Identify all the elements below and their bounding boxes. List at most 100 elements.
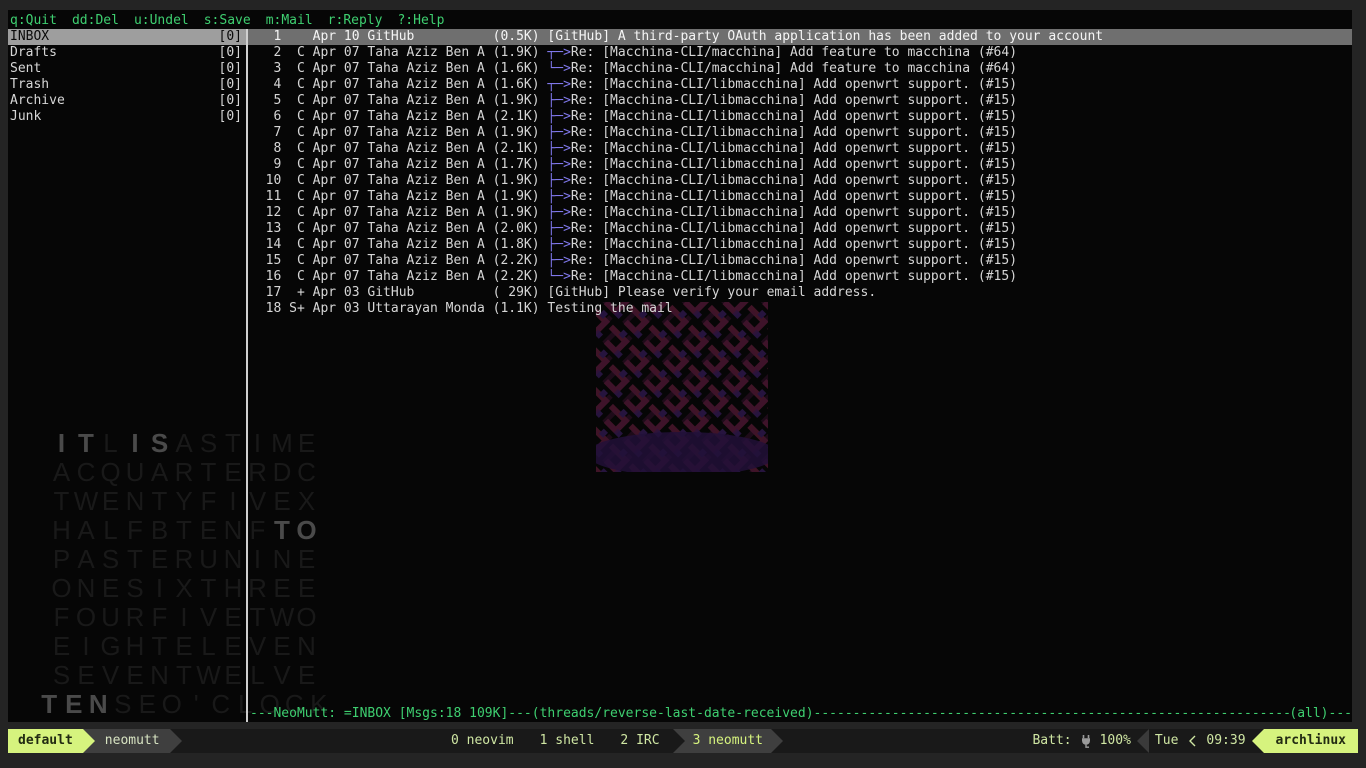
day-label: Tue [1149, 729, 1184, 753]
mail-subject: Re: [Macchina-CLI/libmacchina] Add openw… [571, 141, 1017, 156]
mailbox-name: Sent [10, 61, 41, 77]
mail-row-meta: 15 C Apr 07 Taha Aziz Ben A (2.2K) [250, 253, 547, 268]
battery-label: Batt: [1026, 729, 1077, 753]
mailbox-count: [0] [219, 61, 242, 77]
mailbox-count: [0] [219, 93, 242, 109]
power-plug-icon [1078, 729, 1094, 753]
mail-row[interactable]: 17 + Apr 03 GitHub ( 29K) [GitHub] Pleas… [250, 285, 1352, 301]
mail-row-meta: 6 C Apr 07 Taha Aziz Ben A (2.1K) [250, 109, 547, 124]
mail-row-meta: 9 C Apr 07 Taha Aziz Ben A (1.7K) [250, 157, 547, 172]
tmux-session-name[interactable]: default [8, 729, 83, 753]
thread-connector-icon: ├─> [547, 109, 570, 124]
mail-subject: Re: [Macchina-CLI/libmacchina] Add openw… [571, 237, 1017, 252]
mail-row[interactable]: 15 C Apr 07 Taha Aziz Ben A (2.2K) ├─>Re… [250, 253, 1352, 269]
thread-connector-icon: └─> [547, 269, 570, 284]
tmux-window-0-neovim[interactable]: 0 neovim [438, 729, 527, 753]
mailbox-count: [0] [219, 29, 242, 45]
sidebar-item-sent[interactable]: Sent [0] [8, 61, 246, 77]
tmux-status-bar: default neomutt 0 neovim1 shell2 IRC3 ne… [8, 729, 1358, 753]
tmux-window-1-shell[interactable]: 1 shell [527, 729, 608, 753]
status-prefix: ---NeoMutt: =INBOX [Msgs:18 109K]---(thr… [250, 706, 814, 722]
sidebar-item-archive[interactable]: Archive[0] [8, 93, 246, 109]
tmux-window-list: 0 neovim1 shell2 IRC 3 neomutt [438, 729, 783, 753]
mail-row-meta: 16 C Apr 07 Taha Aziz Ben A (2.2K) [250, 269, 547, 284]
thread-connector-icon: ├─> [547, 237, 570, 252]
mail-row[interactable]: 8 C Apr 07 Taha Aziz Ben A (2.1K) ├─>Re:… [250, 141, 1352, 157]
powerline-arrow-icon [771, 729, 783, 753]
screen: ITLISASTIMEACQUARTERDCTWENTYFIVEXHALFBTE… [0, 0, 1366, 768]
mail-subject: Testing the mail [547, 301, 672, 316]
mailbox-name: Trash [10, 77, 49, 93]
thread-connector-icon: ├─> [547, 173, 570, 188]
help-key-hint: r:Reply [328, 13, 383, 28]
powerline-arrow-icon [673, 729, 685, 753]
mail-row[interactable]: 18 S+ Apr 03 Uttarayan Monda (1.1K) Test… [250, 301, 1352, 317]
sidebar-item-inbox[interactable]: INBOX [0] [8, 29, 246, 45]
mail-row-meta: 12 C Apr 07 Taha Aziz Ben A (1.9K) [250, 205, 547, 220]
tmux-window-3-neomutt[interactable]: 3 neomutt [685, 729, 771, 753]
mutt-help-bar: q:Quitdd:Delu:Undels:Savem:Mailr:Reply?:… [8, 13, 1352, 29]
thread-connector-icon: ├─> [547, 205, 570, 220]
mailbox-name: Junk [10, 109, 41, 125]
battery-percent: 100% [1094, 729, 1137, 753]
mailbox-count: [0] [219, 109, 242, 125]
mail-row[interactable]: 2 C Apr 07 Taha Aziz Ben A (1.9K) ┬─>Re:… [250, 45, 1352, 61]
mail-row[interactable]: 4 C Apr 07 Taha Aziz Ben A (1.6K) ┬─>Re:… [250, 77, 1352, 93]
mail-rows: 1 Apr 10 GitHub (0.5K) [GitHub] A third-… [248, 29, 1352, 706]
powerline-left-arrow-icon [1252, 729, 1264, 753]
tmux-right-status: Batt: 100% Tue 09:39 archlinux [1026, 729, 1358, 753]
mail-subject: [GitHub] A third-party OAuth application… [547, 29, 1103, 44]
mail-row[interactable]: 6 C Apr 07 Taha Aziz Ben A (2.1K) ├─>Re:… [250, 109, 1352, 125]
mail-row[interactable]: 10 C Apr 07 Taha Aziz Ben A (1.9K) ├─>Re… [250, 173, 1352, 189]
mail-row[interactable]: 7 C Apr 07 Taha Aziz Ben A (1.9K) ├─>Re:… [250, 125, 1352, 141]
thread-connector-icon: └─> [547, 61, 570, 76]
mailbox-count: [0] [219, 77, 242, 93]
mail-row-meta: 1 Apr 10 GitHub (0.5K) [250, 29, 547, 44]
tmux-window-2-irc[interactable]: 2 IRC [607, 729, 672, 753]
help-key-hint: ?:Help [397, 13, 444, 28]
sidebar-item-junk[interactable]: Junk [0] [8, 109, 246, 125]
mail-row[interactable]: 16 C Apr 07 Taha Aziz Ben A (2.2K) └─>Re… [250, 269, 1352, 285]
sidebar-item-drafts[interactable]: Drafts[0] [8, 45, 246, 61]
mail-subject: Re: [Macchina-CLI/macchina] Add feature … [571, 45, 1017, 60]
mail-row[interactable]: 3 C Apr 07 Taha Aziz Ben A (1.6K) └─>Re:… [250, 61, 1352, 77]
mail-subject: Re: [Macchina-CLI/libmacchina] Add openw… [571, 157, 1017, 172]
mail-row-meta: 2 C Apr 07 Taha Aziz Ben A (1.9K) [250, 45, 547, 60]
status-filler: ----------------------------------------… [814, 706, 1290, 722]
thread-connector-icon: ├─> [547, 253, 570, 268]
mail-subject: Re: [Macchina-CLI/libmacchina] Add openw… [571, 173, 1017, 188]
mail-row[interactable]: 1 Apr 10 GitHub (0.5K) [GitHub] A third-… [248, 29, 1352, 45]
mail-row[interactable]: 5 C Apr 07 Taha Aziz Ben A (1.9K) ├─>Re:… [250, 93, 1352, 109]
thread-connector-icon: ├─> [547, 157, 570, 172]
mail-index-pane: 1 Apr 10 GitHub (0.5K) [GitHub] A third-… [248, 29, 1352, 722]
mail-subject: Re: [Macchina-CLI/libmacchina] Add openw… [571, 205, 1017, 220]
thread-connector-icon: ┬─> [547, 45, 570, 60]
powerline-left-arrow-icon [1137, 729, 1149, 753]
powerline-arrow-icon [83, 729, 95, 753]
mailbox-count: [0] [219, 45, 242, 61]
help-key-hint: s:Save [204, 13, 251, 28]
status-tail: (all)--- [1289, 706, 1352, 722]
help-key-hint: q:Quit [10, 13, 57, 28]
clock-time: 09:39 [1200, 729, 1251, 753]
mail-row[interactable]: 14 C Apr 07 Taha Aziz Ben A (1.8K) ├─>Re… [250, 237, 1352, 253]
mail-row[interactable]: 11 C Apr 07 Taha Aziz Ben A (1.9K) ├─>Re… [250, 189, 1352, 205]
mail-subject: [GitHub] Please verify your email addres… [547, 285, 876, 300]
mail-row[interactable]: 12 C Apr 07 Taha Aziz Ben A (1.9K) ├─>Re… [250, 205, 1352, 221]
mail-row-meta: 3 C Apr 07 Taha Aziz Ben A (1.6K) [250, 61, 547, 76]
mail-row-meta: 5 C Apr 07 Taha Aziz Ben A (1.9K) [250, 93, 547, 108]
mail-subject: Re: [Macchina-CLI/macchina] Add feature … [571, 61, 1017, 76]
chevron-left-icon [1184, 729, 1200, 753]
mailbox-sidebar: INBOX[0]Drafts[0]Sent[0]Trash[0]Archive[… [8, 29, 246, 722]
mailbox-name: INBOX [10, 29, 49, 45]
sidebar-item-trash[interactable]: Trash [0] [8, 77, 246, 93]
mail-subject: Re: [Macchina-CLI/libmacchina] Add openw… [571, 189, 1017, 204]
mail-subject: Re: [Macchina-CLI/libmacchina] Add openw… [571, 253, 1017, 268]
mail-subject: Re: [Macchina-CLI/libmacchina] Add openw… [571, 77, 1017, 92]
mail-row[interactable]: 9 C Apr 07 Taha Aziz Ben A (1.7K) ├─>Re:… [250, 157, 1352, 173]
hostname-label: archlinux [1264, 729, 1358, 753]
help-key-hint: m:Mail [266, 13, 313, 28]
thread-connector-icon: ┬─> [547, 77, 570, 92]
mail-row-meta: 18 S+ Apr 03 Uttarayan Monda (1.1K) [250, 301, 547, 316]
mail-row[interactable]: 13 C Apr 07 Taha Aziz Ben A (2.0K) ├─>Re… [250, 221, 1352, 237]
